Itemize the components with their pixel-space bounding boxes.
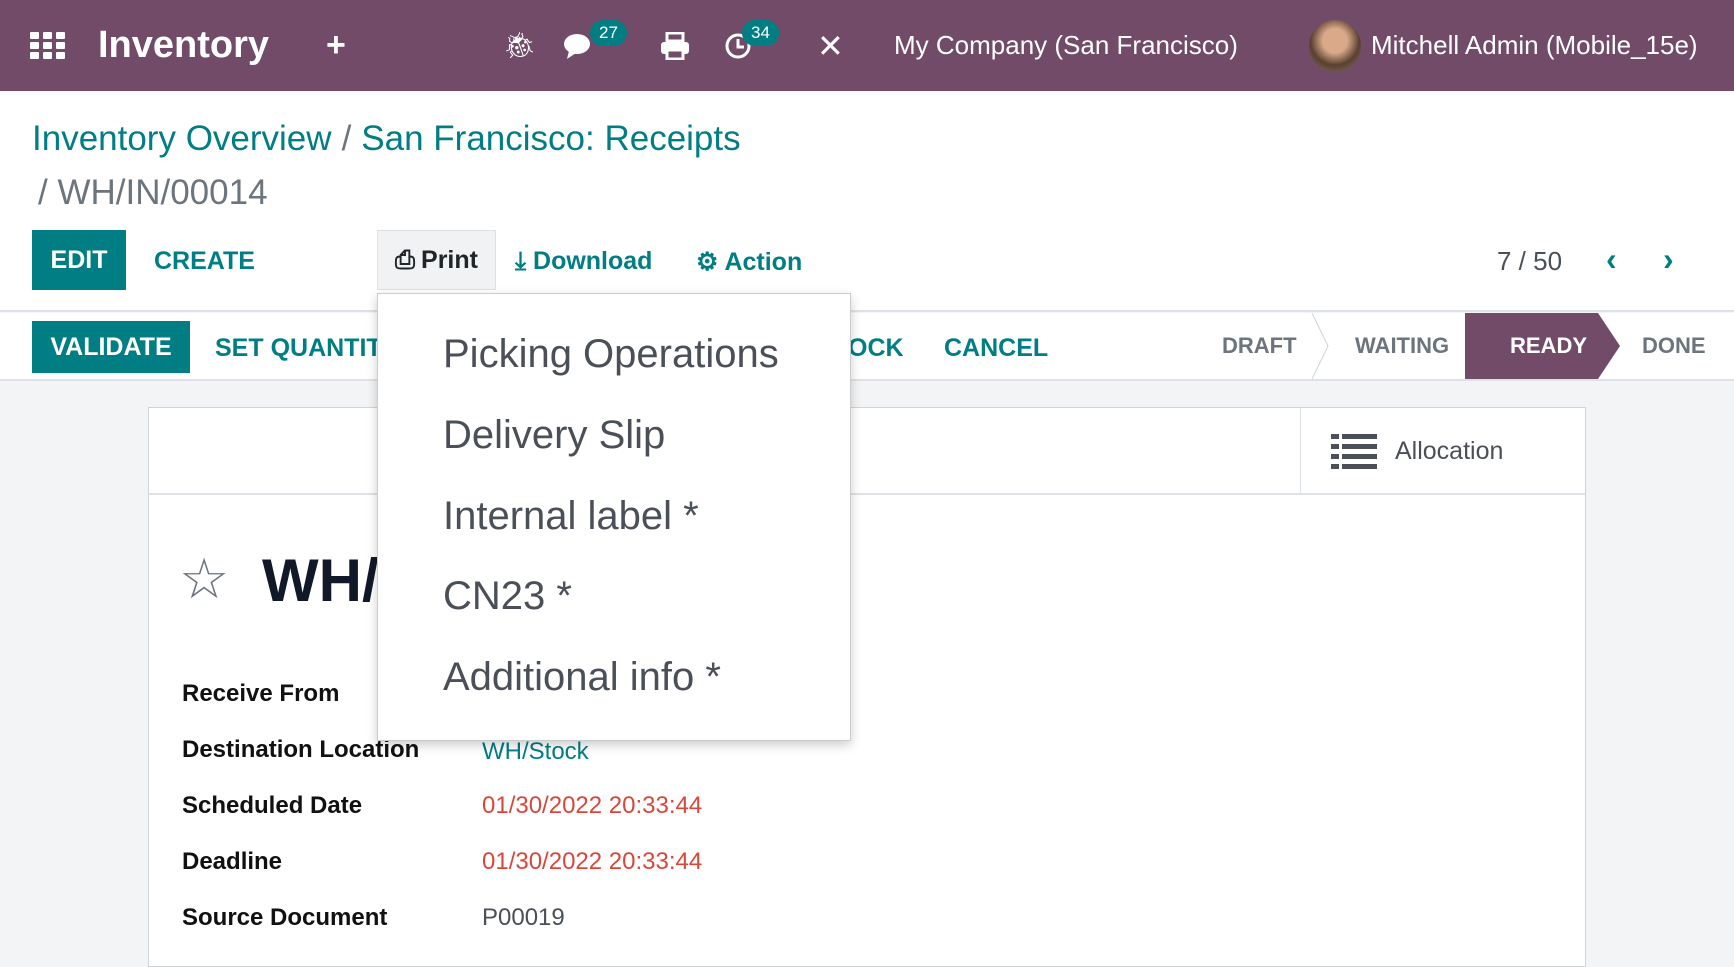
create-button[interactable]: CREATE: [154, 247, 255, 276]
breadcrumb-current: / WH/IN/00014: [38, 173, 268, 212]
company-switcher[interactable]: My Company (San Francisco): [894, 0, 1238, 91]
stage-separator: [1311, 313, 1329, 379]
tools-icon[interactable]: ✕: [817, 0, 844, 91]
source-document-value[interactable]: P00019: [482, 904, 565, 932]
breadcrumb-receipts[interactable]: San Francisco: Receipts: [361, 119, 740, 159]
field-label: Source Document: [182, 904, 388, 931]
chevron-left-icon[interactable]: ‹: [1606, 241, 1617, 278]
scheduled-date-value[interactable]: 01/30/2022 20:33:44: [482, 792, 702, 820]
breadcrumb-separator: /: [341, 119, 352, 158]
status-bar: VALIDATE SET QUANTIT OCK CANCEL DRAFT WA…: [0, 313, 1734, 381]
app-menu-icon[interactable]: [30, 0, 66, 91]
download-icon: ⤓: [515, 247, 527, 275]
edit-button[interactable]: EDIT: [32, 230, 126, 290]
download-button[interactable]: ⤓ Download: [515, 247, 652, 276]
record-title: WH/: [262, 547, 379, 614]
chat-icon[interactable]: [563, 0, 593, 91]
breadcrumb: Inventory Overview / San Francisco: Rece…: [32, 119, 741, 159]
stage-draft: DRAFT: [1222, 333, 1297, 358]
activity-clock-icon[interactable]: [724, 0, 752, 91]
menu-item-internal-label[interactable]: Internal label *: [443, 494, 699, 539]
plus-icon[interactable]: +: [326, 0, 346, 91]
action-label: Action: [724, 248, 803, 276]
pager-value[interactable]: 7 / 50: [1497, 246, 1562, 277]
allocation-label: Allocation: [1395, 437, 1504, 465]
messages-badge: 27: [590, 20, 627, 46]
user-menu[interactable]: Mitchell Admin (Mobile_15e): [1371, 0, 1698, 91]
activities-badge: 34: [742, 20, 779, 46]
print-dropdown-menu: Picking Operations Delivery Slip Interna…: [377, 293, 851, 741]
avatar[interactable]: [1309, 0, 1361, 91]
print-dropdown-button[interactable]: ⎙ Print: [377, 230, 496, 290]
unlock-button[interactable]: OCK: [848, 334, 904, 363]
print-label: Print: [421, 245, 478, 274]
breadcrumb-inventory-overview[interactable]: Inventory Overview: [32, 119, 332, 159]
stage-waiting: WAITING: [1355, 333, 1450, 358]
chevron-right-icon[interactable]: ›: [1663, 241, 1674, 278]
allocation-button[interactable]: Allocation: [1300, 408, 1586, 495]
menu-item-cn23[interactable]: CN23 *: [443, 574, 572, 619]
list-icon: [1331, 433, 1377, 469]
gear-icon: ⚙: [696, 248, 719, 276]
destination-location-link[interactable]: WH/Stock: [482, 738, 589, 766]
field-label: Receive From: [182, 680, 340, 707]
top-navbar: Inventory + 🐞︎ 27 34 ✕ My Company (San F…: [0, 0, 1734, 91]
cancel-button[interactable]: CANCEL: [944, 334, 1048, 363]
menu-item-picking-operations[interactable]: Picking Operations: [443, 332, 779, 377]
menu-item-additional-info[interactable]: Additional info *: [443, 655, 721, 700]
print-icon[interactable]: [660, 0, 690, 91]
set-quantities-button[interactable]: SET QUANTIT: [215, 334, 382, 363]
star-icon[interactable]: ☆: [179, 546, 229, 612]
download-label: Download: [533, 247, 653, 275]
deadline-value[interactable]: 01/30/2022 20:33:44: [482, 848, 702, 876]
control-panel: Inventory Overview / San Francisco: Rece…: [0, 91, 1734, 312]
bug-icon[interactable]: 🐞︎: [503, 0, 536, 91]
action-button[interactable]: ⚙ Action: [696, 247, 802, 277]
stage-ready: READY: [1510, 333, 1588, 358]
app-title[interactable]: Inventory: [98, 0, 269, 91]
print-icon: ⎙: [395, 245, 416, 274]
menu-item-delivery-slip[interactable]: Delivery Slip: [443, 413, 665, 458]
stage-done: DONE: [1642, 333, 1706, 358]
field-label: Deadline: [182, 848, 283, 875]
form-sheet: Allocation ☆ WH/ Receive From Destinatio…: [148, 407, 1586, 967]
validate-button[interactable]: VALIDATE: [32, 321, 190, 373]
field-label: Scheduled Date: [182, 792, 363, 819]
